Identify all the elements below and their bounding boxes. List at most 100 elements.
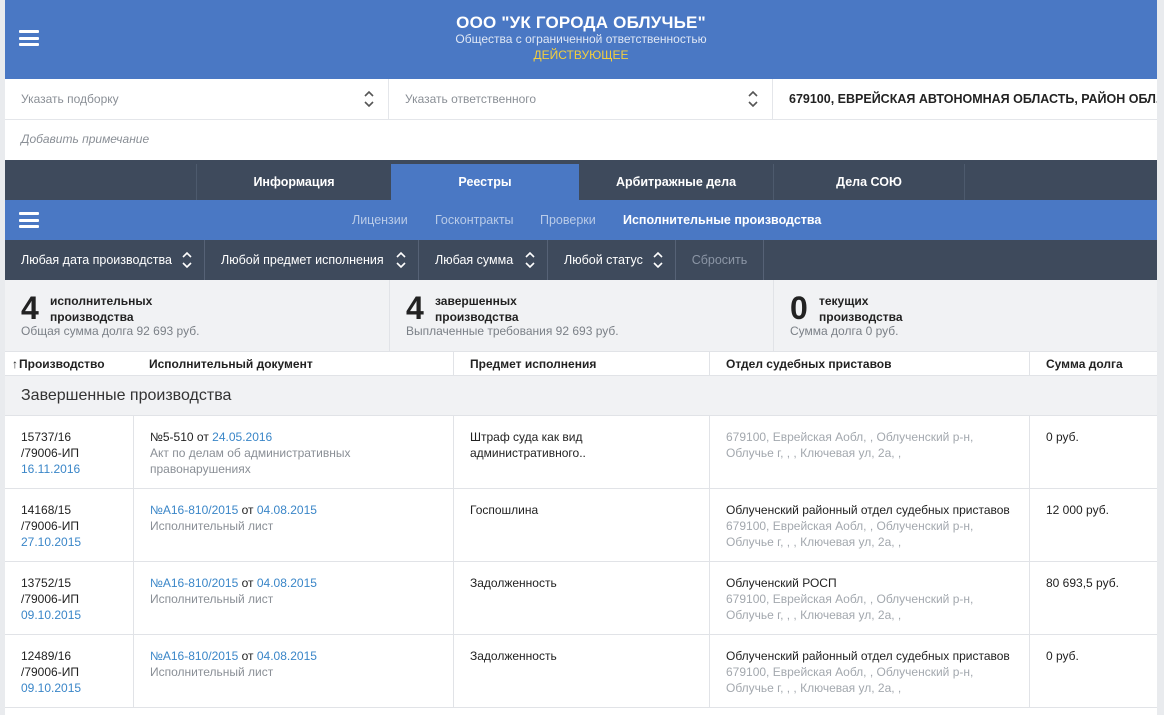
column-header-department[interactable]: Отдел судебных приставов <box>709 352 1029 376</box>
proceeding-cell: 12489/16 /79006-ИП 09.10.2015 <box>5 635 133 708</box>
proceeding-number-suffix: /79006-ИП <box>21 665 79 679</box>
summary-completed: 4 завершенных производства Выплаченные т… <box>389 280 773 352</box>
group-title: Завершенные производства <box>5 376 1157 416</box>
table-row[interactable]: 12489/16 /79006-ИП 09.10.2015 №А16-810/2… <box>5 635 1157 708</box>
subject-text: Задолженность <box>470 576 557 590</box>
filter-subject[interactable]: Любой предмет исполнения <box>205 240 419 280</box>
summary-count: 0 <box>790 290 808 326</box>
menu-icon[interactable] <box>19 212 39 228</box>
table-row[interactable]: 13752/15 /79006-ИП 09.10.2015 №А16-810/2… <box>5 562 1157 635</box>
proceeding-number: 15737/16 <box>21 430 72 444</box>
proceeding-date[interactable]: 27.10.2015 <box>21 534 133 550</box>
filter-status-label: Любой статус <box>564 253 643 267</box>
column-header-document[interactable]: Исполнительный документ <box>133 352 453 376</box>
subject-cell: Госпошлина <box>453 489 709 562</box>
amount-value: 12 000 руб. <box>1046 503 1109 517</box>
amount-value: 80 693,5 руб. <box>1046 576 1119 590</box>
subject-text: Госпошлина <box>470 503 539 517</box>
table-row[interactable]: 14168/15 /79006-ИП 27.10.2015 №А16-810/2… <box>5 489 1157 562</box>
column-header-proceeding[interactable]: ↑Производство <box>5 352 133 376</box>
document-type: Исполнительный лист <box>150 592 274 606</box>
filter-date-label: Любая дата производства <box>21 253 172 267</box>
collection-select-label: Указать подборку <box>21 92 119 106</box>
subnav-licenses[interactable]: Лицензии <box>352 200 408 240</box>
tab-information[interactable]: Информация <box>196 164 391 200</box>
document-date[interactable]: 04.08.2015 <box>257 576 317 590</box>
registries-subnav: Лицензии Госконтракты Проверки Исполните… <box>5 200 1157 240</box>
proceeding-cell: 15737/16 /79006-ИП 16.11.2016 <box>5 416 133 489</box>
subnav-enforcement[interactable]: Исполнительные производства <box>623 200 821 240</box>
filter-date[interactable]: Любая дата производства <box>5 240 205 280</box>
document-type: Акт по делам об административных правона… <box>150 446 351 476</box>
department-address-line2: Облучье г, , , Ключевая ул, 2а, , <box>726 535 902 549</box>
document-number[interactable]: №А16-810/2015 <box>150 503 238 517</box>
subnav-inspections[interactable]: Проверки <box>540 200 596 240</box>
updown-chevron-icon <box>396 251 406 269</box>
department-address: 679100, Еврейская Аобл, , Облученский р-… <box>726 519 974 533</box>
main-tabs: Информация Реестры Арбитражные дела Дела… <box>5 160 1157 200</box>
document-date[interactable]: 24.05.2016 <box>212 430 272 444</box>
table-row[interactable]: 15737/16 /79006-ИП 16.11.2016 №5-510 от … <box>5 416 1157 489</box>
department-address-line2: Облучье г, , , Ключевая ул, 2а, , <box>726 681 902 695</box>
reset-filters-button[interactable]: Сбросить <box>676 240 764 280</box>
tab-arbitration[interactable]: Арбитражные дела <box>579 164 773 200</box>
subnav-contracts[interactable]: Госконтракты <box>435 200 514 240</box>
subject-text: Задолженность <box>470 649 557 663</box>
company-header: ООО "УК ГОРОДА ОБЛУЧЬЕ" Общества с огран… <box>5 0 1157 79</box>
department-address-line2: Облучье г, , , Ключевая ул, 2а, , <box>726 446 902 460</box>
department-address: 679100, Еврейская Аобл, , Облученский р-… <box>726 592 974 606</box>
column-header-label: Производство <box>19 357 105 371</box>
document-type: Исполнительный лист <box>150 665 274 679</box>
updown-chevron-icon <box>653 251 663 269</box>
document-number[interactable]: №А16-810/2015 <box>150 649 238 663</box>
tab-courts[interactable]: Дела СОЮ <box>773 164 965 200</box>
summary-label: текущих производства <box>819 294 903 324</box>
summary-count: 4 <box>21 290 39 326</box>
company-type: Общества с ограниченной ответственностью <box>455 32 707 46</box>
table-header: ↑Производство Исполнительный документ Пр… <box>5 352 1157 376</box>
department-name: Облученский районный отдел судебных прис… <box>726 649 1010 663</box>
department-cell: Облученский районный отдел судебных прис… <box>709 489 1029 562</box>
summary-detail: Выплаченные требования 92 693 руб. <box>406 324 619 338</box>
summary-current: 0 текущих производства Сумма долга 0 руб… <box>773 280 1157 352</box>
summary-label: завершенных производства <box>435 294 519 324</box>
document-date[interactable]: 04.08.2015 <box>257 649 317 663</box>
document-cell: №А16-810/2015 от 04.08.2015 Исполнительн… <box>133 635 453 708</box>
company-address[interactable]: 679100, ЕВРЕЙСКАЯ АВТОНОМНАЯ ОБЛАСТЬ, РА… <box>773 79 1157 119</box>
document-date[interactable]: 04.08.2015 <box>257 503 317 517</box>
filter-status[interactable]: Любой статус <box>548 240 676 280</box>
sort-up-icon: ↑ <box>12 357 18 371</box>
collection-select[interactable]: Указать подборку <box>5 79 389 119</box>
add-note-field[interactable]: Добавить примечание <box>21 132 149 146</box>
responsible-select[interactable]: Указать ответственного <box>389 79 773 119</box>
filter-subject-label: Любой предмет исполнения <box>221 253 384 267</box>
amount-cell: 12 000 руб. <box>1029 489 1157 562</box>
department-address: 679100, Еврейская Аобл, , Облученский р-… <box>726 665 974 679</box>
document-from: от <box>196 430 209 444</box>
proceeding-date[interactable]: 09.10.2015 <box>21 680 133 696</box>
subject-text: Штраф суда как вид административного.. <box>470 430 586 460</box>
company-name: ООО "УК ГОРОДА ОБЛУЧЬЕ" <box>456 13 706 32</box>
document-number[interactable]: №А16-810/2015 <box>150 576 238 590</box>
page: ООО "УК ГОРОДА ОБЛУЧЬЕ" Общества с огран… <box>5 0 1157 715</box>
amount-value: 0 руб. <box>1046 649 1079 663</box>
company-status: ДЕЙСТВУЮЩЕЕ <box>533 48 629 62</box>
document-number: №5-510 <box>150 430 194 444</box>
department-name: Облученский РОСП <box>726 576 837 590</box>
subject-cell: Задолженность <box>453 635 709 708</box>
filter-amount[interactable]: Любая сумма <box>419 240 548 280</box>
department-address: 679100, Еврейская Аобл, , Облученский р-… <box>726 430 974 444</box>
department-address-line2: Облучье г, , , Ключевая ул, 2а, , <box>726 608 902 622</box>
column-header-subject[interactable]: Предмет исполнения <box>453 352 709 376</box>
selectors-bar: Указать подборку Указать ответственного … <box>5 79 1157 120</box>
proceeding-number: 14168/15 <box>21 503 72 517</box>
document-from: от <box>241 503 254 517</box>
responsible-select-label: Указать ответственного <box>405 92 537 106</box>
department-name: Облученский районный отдел судебных прис… <box>726 503 1010 517</box>
filters-bar: Любая дата производства Любой предмет ис… <box>5 240 1157 280</box>
column-header-amount[interactable]: Сумма долга <box>1029 352 1157 376</box>
tab-registries[interactable]: Реестры <box>391 164 579 200</box>
proceeding-date[interactable]: 16.11.2016 <box>21 461 133 477</box>
summary-total: 4 исполнительных производства Общая сумм… <box>5 280 389 352</box>
proceeding-date[interactable]: 09.10.2015 <box>21 607 133 623</box>
